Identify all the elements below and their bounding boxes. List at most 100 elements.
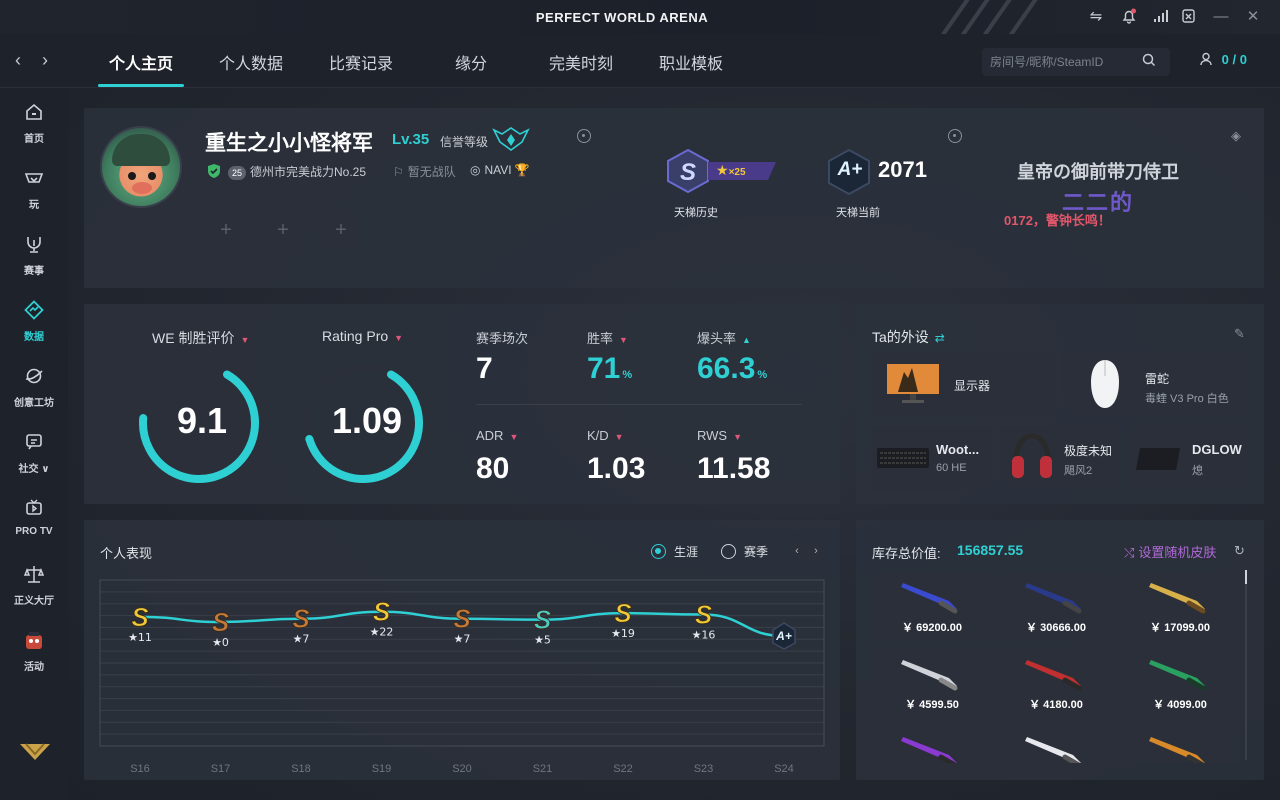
player-motto: 0172，警钟长鸣！ (1004, 213, 1111, 228)
bell-icon[interactable] (1120, 8, 1138, 26)
gear-monitor-card[interactable]: 显示器 (872, 352, 1055, 416)
sidebar-item-social[interactable]: 社交 ∨ (0, 432, 68, 475)
search-box (982, 48, 1170, 76)
rating-pro-label[interactable]: Rating Pro ▼ (322, 328, 403, 344)
radio-career[interactable]: 生涯 (651, 543, 698, 560)
home-icon (0, 102, 68, 126)
shuffle-icon: ⤭ (1124, 545, 1135, 560)
rws-label[interactable]: RWS ▼ (697, 428, 742, 443)
friends-online-counter[interactable]: 0 / 0 (1200, 52, 1247, 67)
stars-label: ★16 (692, 629, 716, 642)
tab-moments[interactable]: 完美时刻 (549, 50, 613, 74)
inventory-item[interactable] (872, 725, 992, 763)
inventory-item[interactable] (996, 725, 1116, 763)
grade-label: S (373, 597, 391, 627)
inventory-item[interactable]: ￥ 69200.00 (872, 571, 992, 639)
sidebar-item-events[interactable]: 赛事 (0, 234, 68, 277)
inventory-item[interactable]: ￥ 4599.50 (872, 648, 992, 716)
knife-blue-icon (901, 583, 958, 614)
x-tick-label: S16 (130, 763, 150, 775)
info-dot-icon[interactable] (948, 129, 962, 143)
we-rating-value: 9.1 (176, 400, 228, 441)
inventory-scrollbar[interactable] (1245, 570, 1247, 760)
gear-keyboard-card[interactable]: Woot... 60 HE (872, 426, 992, 490)
inventory-item[interactable]: ￥ 4180.00 (996, 648, 1116, 716)
chart-point-S20: S★7 (453, 603, 472, 645)
tab-profile[interactable]: 个人主页 (109, 50, 173, 74)
friends-count: 0 / 0 (1221, 52, 1247, 67)
honor-level-icon[interactable] (492, 126, 530, 152)
chart-point-S21: S★5 (533, 604, 552, 646)
we-rating-label[interactable]: WE 制胜评价 ▼ (152, 328, 249, 348)
sidebar-item-workshop[interactable]: 创意工坊 (0, 366, 68, 409)
team-text: 暂无战队 (407, 165, 456, 179)
sidebar-item-activities[interactable]: 活动 (0, 630, 68, 673)
accelerator-icon[interactable] (1180, 8, 1198, 26)
winrate-label[interactable]: 胜率 ▼ (587, 328, 628, 347)
adr-label[interactable]: ADR ▼ (476, 428, 518, 443)
rating-pro-value: 1.09 (331, 400, 403, 441)
inventory-item[interactable]: ￥ 4099.00 (1120, 648, 1240, 716)
edit-icon[interactable]: ✎ (1234, 326, 1245, 342)
layers-icon[interactable]: ◈ (1231, 128, 1241, 144)
item-price: ￥ 4599.50 (905, 699, 959, 711)
gear-mousepad-card[interactable]: DGLOW 熄 (1128, 426, 1248, 490)
social-icon (0, 432, 68, 456)
tab-pro-templates[interactable]: 职业模板 (659, 50, 723, 74)
ladder-history-stars: ★×25 (716, 162, 746, 178)
kd-label[interactable]: K/D ▼ (587, 428, 624, 443)
tab-match-records[interactable]: 比赛记录 (329, 50, 393, 74)
stars-label: ★22 (370, 626, 394, 639)
search-input[interactable] (990, 53, 1130, 71)
grade-label: S (534, 605, 552, 635)
grade-label: S (292, 604, 310, 634)
sidebar-item-data[interactable]: 数据 (0, 300, 68, 343)
headshot-rate-label[interactable]: 爆头率 ▲ (697, 328, 751, 347)
chart-prev-button[interactable]: ‹ (789, 543, 805, 559)
search-icon[interactable] (1142, 53, 1156, 70)
event-icon (0, 630, 68, 654)
avatar[interactable] (100, 126, 182, 208)
x-tick-label: S24 (774, 763, 794, 775)
gear-headset-card[interactable]: 极度未知 飓风2 (1000, 426, 1120, 490)
close-icon[interactable]: ✕ (1244, 8, 1262, 26)
app-title: PERFECT WORLD ARENA (535, 10, 709, 25)
sidebar-item-play[interactable]: 玩 (0, 168, 68, 211)
sidebar-item-protv[interactable]: PRO TV (0, 498, 68, 537)
tab-fate[interactable]: 缘分 (455, 50, 487, 74)
add-slot-button[interactable]: + (321, 210, 361, 250)
fav-team-row[interactable]: ◎ NAVI 🏆 (470, 163, 530, 177)
sidebar: 首页 玩 赛事 数据 创意工坊 社交 ∨ PRO TV 正义大厅 活动 (0, 88, 68, 800)
inventory-item[interactable] (1120, 725, 1240, 763)
chart-next-button[interactable]: › (808, 543, 824, 559)
tab-personal-data[interactable]: 个人数据 (219, 50, 283, 74)
grade-label: A+ (775, 629, 792, 643)
forward-arrow-icon[interactable]: › (42, 50, 48, 71)
inventory-value: 156857.55 (957, 542, 1024, 558)
transfer-icon[interactable]: ⇋ (1087, 8, 1105, 26)
player-title: 皇帝の御前带刀侍卫 (1017, 162, 1179, 182)
back-arrow-icon[interactable]: ‹ (15, 50, 21, 71)
minimize-icon[interactable]: — (1212, 8, 1230, 26)
sidebar-item-home[interactable]: 首页 (0, 102, 68, 145)
inventory-item[interactable]: ￥ 17099.00 (1120, 571, 1240, 639)
sidebar-item-justice-hall[interactable]: 正义大厅 (0, 564, 68, 607)
chart-point-S19: S★22 (370, 596, 394, 639)
kd-value: 1.03 (587, 452, 646, 485)
grade-label: S (453, 604, 471, 634)
stars-label: ★11 (128, 631, 152, 644)
add-slot-button[interactable]: + (206, 210, 246, 250)
radio-season[interactable]: 赛季 (721, 543, 768, 560)
add-slot-button[interactable]: + (263, 210, 303, 250)
info-dot-icon[interactable] (577, 129, 591, 143)
inventory-item[interactable]: ￥ 30666.00 (996, 571, 1116, 639)
x-tick-label: S22 (613, 763, 633, 775)
title-bar: PERFECT WORLD ARENA ⇋ — ✕ (0, 0, 1280, 34)
sniper-purple-icon (901, 737, 957, 763)
gear-mouse-card[interactable]: 雷蛇 毒蝰 V3 Pro 白色 (1063, 352, 1248, 416)
shield-rank-icon (208, 164, 220, 178)
refresh-icon[interactable]: ↻ (1234, 543, 1245, 559)
chart-point-S24: A+ (772, 622, 796, 650)
data-icon (0, 300, 68, 324)
random-skin-button[interactable]: ⤭ 设置随机皮肤 (1124, 542, 1216, 561)
